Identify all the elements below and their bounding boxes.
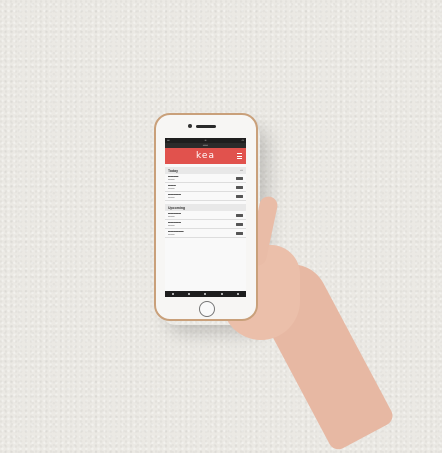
tabs-icon[interactable] xyxy=(236,293,239,295)
list-item[interactable]: ▬▬▬▬▬ ▬▬▬ xyxy=(165,211,246,220)
list-item-button[interactable] xyxy=(236,222,243,226)
share-icon[interactable] xyxy=(204,293,207,295)
forward-icon[interactable] xyxy=(188,293,191,295)
battery-icon: ▭ xyxy=(241,139,244,142)
list-item-button[interactable] xyxy=(236,194,243,198)
browser-toolbar xyxy=(165,291,246,297)
list-item-subtitle: ▬▬▬ xyxy=(168,187,175,190)
front-camera xyxy=(188,124,192,128)
list-item-subtitle: ▬▬▬ xyxy=(168,233,175,236)
back-icon[interactable] xyxy=(172,293,175,295)
carrier-indicator: ▪▪▪ xyxy=(167,139,170,142)
list-item-button[interactable] xyxy=(236,231,243,235)
list-item[interactable]: ▬▬▬ ▬▬▬ xyxy=(165,183,246,192)
list-item-subtitle: ▬▬▬ xyxy=(168,215,175,218)
list-item-subtitle: ▬▬▬ xyxy=(168,224,175,227)
list-item[interactable]: ▬▬▬▬▬▬ ▬▬▬ xyxy=(165,229,246,238)
section-upcoming-header: Upcoming xyxy=(165,204,246,211)
bookmarks-icon[interactable] xyxy=(220,293,223,295)
list-item-button[interactable] xyxy=(236,176,243,180)
section-upcoming-title: Upcoming xyxy=(168,205,186,210)
section-today-header: Today ▪▪▪ xyxy=(165,167,246,174)
list-item[interactable]: ▬▬▬▬▬ ▬▬▬ xyxy=(165,220,246,229)
list-item[interactable]: ▬▬▬▬ ▬▬▬ xyxy=(165,174,246,183)
list-item-button[interactable] xyxy=(236,213,243,217)
smartphone: ▪▪▪ ▪▪ ▭ ▪▪▪▪▪▪ kea Today ▪▪▪ ▬▬▬▬ ▬▬▬ ▬… xyxy=(154,113,258,321)
earpiece-speaker xyxy=(196,125,216,128)
phone-screen: ▪▪▪ ▪▪ ▭ ▪▪▪▪▪▪ kea Today ▪▪▪ ▬▬▬▬ ▬▬▬ ▬… xyxy=(165,138,246,297)
list-item-subtitle: ▬▬▬ xyxy=(168,196,175,199)
clock: ▪▪ xyxy=(204,139,207,142)
photo-scene: ▪▪▪ ▪▪ ▭ ▪▪▪▪▪▪ kea Today ▪▪▪ ▬▬▬▬ ▬▬▬ ▬… xyxy=(0,0,442,453)
url-text: ▪▪▪▪▪▪ xyxy=(202,144,209,147)
list-item[interactable]: ▬▬▬▬▬ ▬▬▬ xyxy=(165,192,246,201)
home-button[interactable] xyxy=(199,301,215,317)
app-header: kea xyxy=(165,148,246,164)
list-item-button[interactable] xyxy=(236,185,243,189)
hamburger-icon[interactable] xyxy=(237,153,242,159)
section-today-action[interactable]: ▪▪▪ xyxy=(240,169,243,172)
app-logo: kea xyxy=(196,151,215,161)
section-today-title: Today xyxy=(168,168,179,173)
list-item-subtitle: ▬▬▬ xyxy=(168,178,175,181)
